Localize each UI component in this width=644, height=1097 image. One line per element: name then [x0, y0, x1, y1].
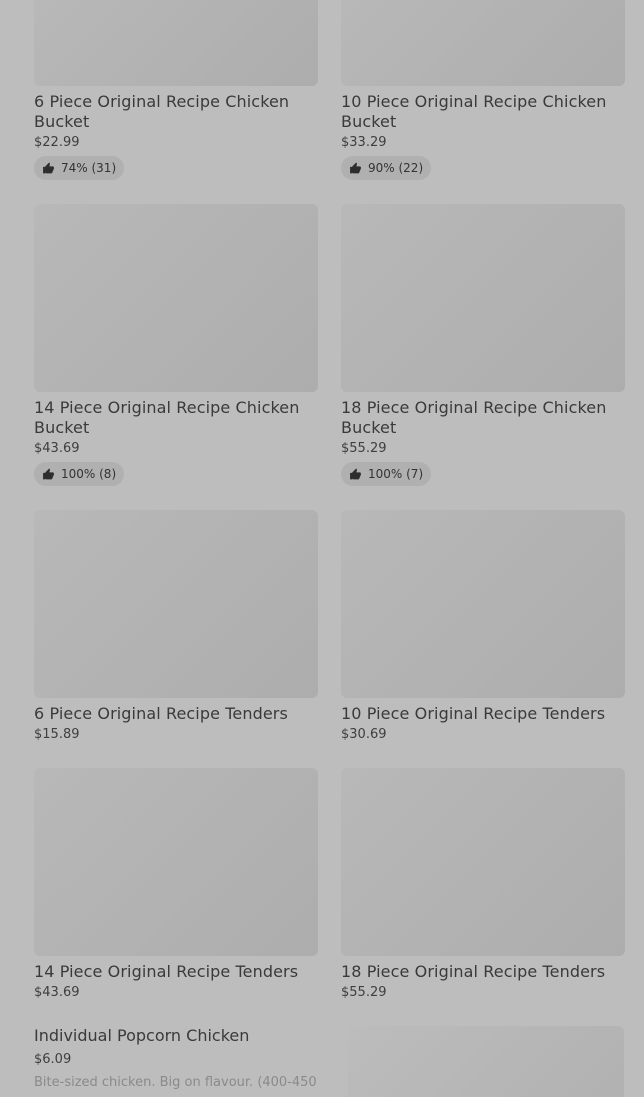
thumbs-up-icon: [350, 468, 361, 479]
item-price: $55.29: [341, 441, 387, 456]
thumbs-up-icon: [43, 468, 54, 479]
rating-text: 90% (22): [368, 161, 424, 175]
menu-item-row[interactable]: Individual Popcorn Chicken $6.09 Bite-si…: [34, 1026, 324, 1090]
menu-item-card[interactable]: 14 Piece Original Recipe Chicken Bucket …: [34, 204, 318, 486]
item-title: 18 Piece Original Recipe Tenders: [341, 962, 606, 981]
item-title: 6 Piece Original Recipe Tenders: [34, 704, 288, 723]
item-title: 18 Piece Original Recipe Chicken Bucket: [341, 398, 607, 437]
item-image[interactable]: [341, 204, 625, 392]
item-image[interactable]: [348, 1026, 624, 1097]
rating-text: 100% (8): [61, 467, 117, 481]
item-price: $22.99: [34, 135, 80, 150]
menu-item-card[interactable]: 14 Piece Original Recipe Tenders $43.69: [34, 768, 318, 1001]
menu-item-card[interactable]: 18 Piece Original Recipe Tenders $55.29: [341, 768, 625, 1001]
thumbs-up-icon: [43, 162, 54, 173]
item-title: 14 Piece Original Recipe Chicken Bucket: [34, 398, 300, 437]
item-price: $55.29: [341, 985, 387, 1000]
menu-item-card[interactable]: 10 Piece Original Recipe Tenders $30.69: [341, 510, 625, 743]
item-image[interactable]: [341, 510, 625, 698]
item-image[interactable]: [34, 510, 318, 698]
rating-badge: 90% (22): [341, 156, 432, 180]
item-image[interactable]: [341, 0, 625, 86]
item-price: $33.29: [341, 135, 387, 150]
item-image[interactable]: [34, 768, 318, 956]
item-description: Bite-sized chicken. Big on flavour. (400…: [34, 1075, 317, 1090]
menu-item-card[interactable]: 6 Piece Original Recipe Chicken Bucket $…: [34, 0, 318, 180]
thumbs-up-icon: [350, 162, 361, 173]
menu-item-card[interactable]: 6 Piece Original Recipe Tenders $15.89: [34, 510, 318, 743]
item-image[interactable]: [341, 768, 625, 956]
item-title: Individual Popcorn Chicken: [34, 1026, 250, 1045]
item-image[interactable]: [34, 0, 318, 86]
menu-page: 6 Piece Original Recipe Chicken Bucket $…: [0, 0, 644, 1097]
item-price: $6.09: [34, 1052, 72, 1067]
item-image[interactable]: [34, 204, 318, 392]
rating-text: 100% (7): [368, 467, 424, 481]
rating-badge: 74% (31): [34, 156, 125, 180]
item-title: 10 Piece Original Recipe Tenders: [341, 704, 606, 723]
item-price: $15.89: [34, 727, 80, 742]
rating-badge: 100% (7): [341, 462, 432, 486]
item-price: $30.69: [341, 727, 387, 742]
rating-badge: 100% (8): [34, 462, 125, 486]
item-title: 10 Piece Original Recipe Chicken Bucket: [341, 92, 607, 131]
item-price: $43.69: [34, 985, 80, 1000]
item-title: 6 Piece Original Recipe Chicken Bucket: [34, 92, 290, 131]
menu-item-card[interactable]: 18 Piece Original Recipe Chicken Bucket …: [341, 204, 625, 486]
item-price: $43.69: [34, 441, 80, 456]
item-title: 14 Piece Original Recipe Tenders: [34, 962, 299, 981]
rating-text: 74% (31): [61, 161, 117, 175]
menu-item-card[interactable]: 10 Piece Original Recipe Chicken Bucket …: [341, 0, 625, 180]
